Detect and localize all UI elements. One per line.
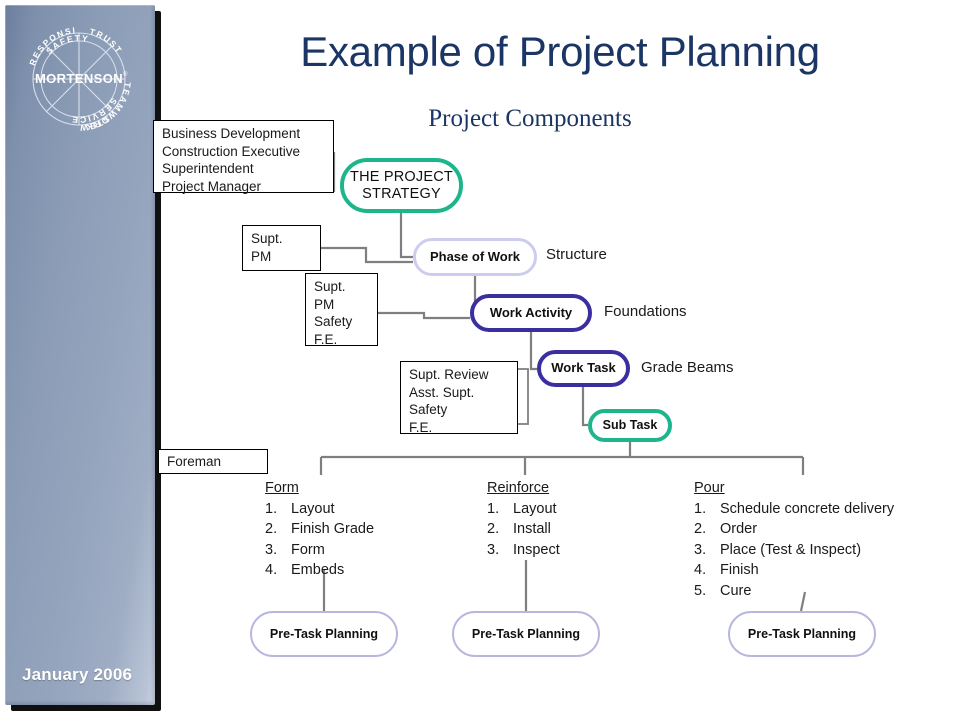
- task-list-item-label: Finish Grade: [291, 521, 375, 537]
- task-list-item-label: Cure: [720, 582, 752, 599]
- stage-label-foundations: Foundations: [604, 303, 687, 320]
- svg-text:MORTENSON: MORTENSON: [35, 71, 123, 86]
- task-column-heading: Form: [265, 480, 299, 496]
- task-list-item-label: Layout: [513, 500, 557, 517]
- slide-date: January 2006: [22, 665, 133, 684]
- task-list-item-label: Schedule concrete delivery: [720, 500, 895, 517]
- task-list-item: 2. Finish Grade: [265, 519, 374, 540]
- node-work-task[interactable]: Work Task: [537, 350, 630, 387]
- node-work-activity[interactable]: Work Activity: [470, 294, 592, 332]
- task-list-item: 4. Finish: [694, 560, 894, 581]
- task-list-item-number: 5.: [694, 582, 707, 599]
- task-list-item: 3. Place (Test & Inspect): [694, 540, 894, 561]
- task-column-form: Form 1. Layout 2. Finish Grade 3. Form 4. Embed…: [265, 478, 374, 581]
- task-list-item: 2. Install: [487, 519, 560, 540]
- task-list-item: 3. Form: [265, 540, 374, 561]
- stage-label-structure: Structure: [546, 246, 607, 263]
- node-pre-task-planning-pour[interactable]: Pre-Task Planning: [728, 611, 876, 657]
- role-box-supt-pm-safety: Supt. PM Safety F.E.: [305, 273, 378, 347]
- task-list-item-label: Inspect: [513, 541, 560, 558]
- role-box-executives: Business Development Construction Execut…: [153, 120, 334, 194]
- task-list-item-number: 3.: [265, 541, 278, 558]
- task-list-item-number: 4.: [265, 562, 278, 578]
- task-list-item-label: Place (Test & Inspect): [720, 541, 862, 558]
- slide-canvas: TRUST TEAMWORK STEWARDSHIP SERVICE RESPO…: [0, 0, 960, 720]
- task-list-item-label: Layout: [291, 500, 335, 517]
- task-list-item: 5. Cure: [694, 581, 894, 602]
- task-list-item-label: Order: [720, 521, 758, 537]
- role-box-foreman: Foreman: [158, 449, 268, 474]
- task-list-item-label: Install: [513, 521, 551, 537]
- stage-label-grade-beams: Grade Beams: [641, 359, 734, 376]
- task-list-item: 1. Schedule concrete delivery: [694, 499, 894, 520]
- task-list-item-label: Finish: [720, 562, 759, 578]
- task-list-item-label: Form: [291, 541, 325, 558]
- page-title: Example of Project Planning: [300, 28, 820, 75]
- task-list: 1. Schedule concrete delivery 2. Order 3. Pla…: [694, 499, 894, 602]
- task-list-item-number: 3.: [694, 541, 707, 558]
- task-column-heading: Pour: [694, 480, 725, 496]
- svg-text:®: ®: [123, 71, 128, 78]
- task-list-item-number: 4.: [694, 562, 707, 578]
- task-column-heading: Reinforce: [487, 480, 550, 496]
- sidebar-panel: TRUST TEAMWORK STEWARDSHIP SERVICE RESPO…: [5, 5, 155, 705]
- task-list-item-number: 2.: [694, 521, 707, 537]
- task-list-item: 1. Layout: [265, 499, 374, 520]
- task-list-item-number: 2.: [265, 521, 278, 537]
- task-list: 1. Layout 2. Finish Grade 3. Form 4. Embeds: [265, 499, 374, 581]
- node-phase-of-work[interactable]: Phase of Work: [413, 238, 537, 276]
- task-column-pour: Pour 1. Schedule concrete delivery 2. Order…: [694, 478, 894, 601]
- node-sub-task[interactable]: Sub Task: [588, 409, 672, 442]
- task-list-item: 2. Order: [694, 519, 894, 540]
- mortenson-logo-icon: TRUST TEAMWORK STEWARDSHIP SERVICE RESPO…: [19, 19, 139, 139]
- task-list-item-number: 2.: [487, 521, 500, 537]
- task-list-item: 1. Layout: [487, 499, 560, 520]
- role-box-supt-review: Supt. Review Asst. Supt. Safety F.E.: [400, 361, 518, 435]
- task-list-item-number: 1.: [694, 500, 707, 517]
- node-pre-task-planning-reinforce[interactable]: Pre-Task Planning: [452, 611, 600, 657]
- task-list: 1. Layout 2. Install 3. Inspect: [487, 499, 560, 561]
- task-list-item-number: 3.: [487, 541, 500, 558]
- node-pre-task-planning-form[interactable]: Pre-Task Planning: [250, 611, 398, 657]
- role-box-supt-pm: Supt. PM: [242, 225, 321, 271]
- page-subtitle: Project Components: [428, 105, 632, 132]
- task-list-item-number: 1.: [265, 500, 278, 517]
- task-list-item: 3. Inspect: [487, 540, 560, 561]
- task-column-reinforce: Reinforce 1. Layout 2. Install 3. Inspect: [487, 478, 560, 560]
- task-list-item: 4. Embeds: [265, 560, 374, 581]
- task-list-item-label: Embeds: [291, 562, 345, 578]
- task-list-item-number: 1.: [487, 500, 500, 517]
- node-the-project-strategy[interactable]: THE PROJECT STRATEGY: [340, 158, 463, 213]
